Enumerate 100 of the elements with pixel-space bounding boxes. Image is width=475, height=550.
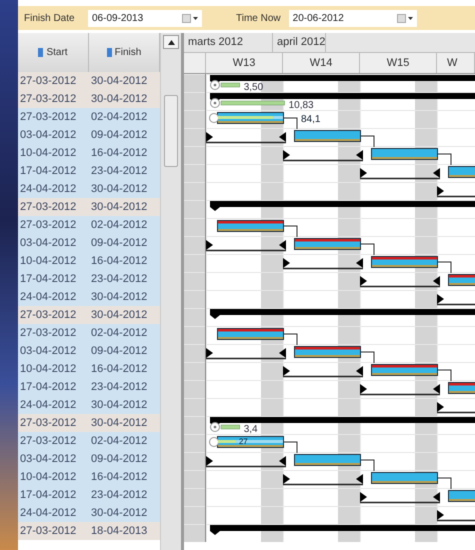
time-now-field[interactable]: 20-06-2012: [288, 10, 417, 26]
table-cell-text: 16-04-2012: [90, 146, 148, 161]
table-cell-text: 30-04-2012: [90, 506, 148, 521]
progress-label: 10,83: [288, 100, 314, 111]
task-bar[interactable]: [371, 148, 438, 160]
task-bar[interactable]: [448, 166, 475, 178]
table-cell-text: 23-04-2012: [90, 164, 148, 179]
table-cell-text: 03-04-2012: [19, 236, 78, 251]
progress-label: 3,50: [244, 82, 264, 93]
baseline-bracket: [437, 402, 475, 414]
table-cell-text: 09-04-2012: [90, 344, 148, 359]
table-cell-text: 23-04-2012: [90, 272, 148, 287]
table-cell-text: 18-04-2013: [90, 524, 148, 539]
progress-label: 3,4: [244, 424, 258, 435]
table-cell-text: 09-04-2012: [90, 128, 148, 143]
table-cell-text: 30-04-2012: [90, 182, 148, 197]
scroll-thumb[interactable]: [164, 95, 178, 167]
table-cell-text: 27-03-2012: [19, 308, 78, 323]
table-cell-text: 03-04-2012: [19, 344, 78, 359]
task-bar[interactable]: [294, 130, 361, 142]
finish-date-field[interactable]: 06-09-2013: [88, 10, 202, 26]
task-bar[interactable]: [448, 490, 475, 502]
connector-line: [284, 226, 298, 238]
table-cell-text: 27-03-2012: [19, 326, 78, 341]
connector-line: [284, 442, 298, 454]
table-cell-text: 10-04-2012: [19, 362, 78, 377]
table-cell-text: 27-03-2012: [19, 434, 78, 449]
table-cell-text: 09-04-2012: [90, 236, 148, 251]
table-cell-text: 09-04-2012: [90, 452, 148, 467]
up-arrow-icon: [168, 40, 174, 44]
task-bar[interactable]: [294, 454, 361, 466]
summary-bar[interactable]: [210, 525, 475, 535]
table-cell-text: 16-04-2012: [90, 362, 148, 377]
scroll-up-button[interactable]: [163, 35, 179, 49]
connector-line: [438, 370, 452, 382]
connector-line: [438, 154, 452, 166]
baseline-bracket: [437, 510, 475, 522]
calendar-dropdown-icon[interactable]: [182, 14, 198, 22]
table-cell-text: 02-04-2012: [90, 326, 148, 341]
table-cell-text: 27-03-2012: [19, 92, 78, 107]
summary-bar[interactable]: [210, 93, 475, 103]
table-cell-text: 03-04-2012: [19, 128, 78, 143]
baseline-bracket: [437, 186, 475, 198]
table-cell-text: 16-04-2012: [90, 470, 148, 485]
week-header: W: [437, 53, 475, 73]
table-cell-text: 30-04-2012: [90, 74, 148, 89]
table-cell-text: 30-04-2012: [90, 416, 148, 431]
month-header: april 2012: [273, 33, 326, 52]
task-bar[interactable]: [217, 328, 284, 340]
task-bar[interactable]: [294, 346, 361, 358]
task-bar[interactable]: [448, 274, 475, 286]
table-cell-text: 02-04-2012: [90, 434, 148, 449]
table-cell-text: 10-04-2012: [19, 146, 78, 161]
table-cell-text: 24-04-2012: [19, 398, 78, 413]
table-cell-text: 24-04-2012: [19, 290, 78, 305]
task-bar[interactable]: [371, 364, 438, 376]
summary-bar[interactable]: [210, 309, 475, 319]
table-cell-text: 23-04-2012: [90, 380, 148, 395]
circle-icon: [209, 437, 219, 447]
task-bar[interactable]: [217, 220, 284, 232]
table-cell-text: 24-04-2012: [19, 182, 78, 197]
table-cell-text: 17-04-2012: [19, 272, 78, 287]
circle-icon: [210, 422, 220, 432]
sort-icon: [38, 48, 44, 57]
calendar-dropdown-icon[interactable]: [396, 14, 413, 22]
circle-icon: [210, 80, 220, 90]
summary-bar[interactable]: [210, 201, 475, 211]
column-header[interactable]: Finish: [89, 33, 160, 72]
finish-date-label: Finish Date: [23, 12, 76, 24]
table-cell-text: 27-03-2012: [19, 218, 78, 233]
task-bar[interactable]: [294, 238, 361, 250]
column-header[interactable]: Start: [18, 33, 89, 72]
table-cell-text: 30-04-2012: [90, 398, 148, 413]
connector-line: [284, 118, 298, 130]
task-bar[interactable]: [371, 472, 438, 484]
task-bar[interactable]: [448, 382, 475, 394]
connector-line: [360, 244, 374, 256]
table-cell-text: 17-04-2012: [19, 380, 78, 395]
table-cell-text: 27-03-2012: [19, 110, 78, 125]
table-cell-text: 02-04-2012: [90, 218, 148, 233]
scrollbar[interactable]: [160, 33, 181, 550]
connector-line: [438, 262, 452, 274]
week-header: W14: [283, 53, 360, 73]
table-cell-text: 27-03-2012: [19, 524, 78, 539]
table-cell-text: 17-04-2012: [19, 488, 78, 503]
table-cell-text: 03-04-2012: [19, 452, 78, 467]
table-cell-text: 23-04-2012: [90, 488, 148, 503]
circle-icon: [210, 98, 220, 108]
baseline-bracket: [437, 294, 475, 306]
table-cell-text: 02-04-2012: [90, 110, 148, 125]
task-bar[interactable]: [371, 256, 438, 268]
table-cell-text: 16-04-2012: [90, 254, 148, 269]
connector-line: [360, 352, 374, 364]
connector-line: [438, 478, 452, 490]
table-cell-text: 24-04-2012: [19, 506, 78, 521]
connector-line: [360, 136, 374, 148]
summary-bar[interactable]: [210, 417, 475, 427]
table-cell-text: 27-03-2012: [19, 74, 78, 89]
connector-line: [360, 460, 374, 472]
progress-label: 84,1: [301, 114, 320, 125]
